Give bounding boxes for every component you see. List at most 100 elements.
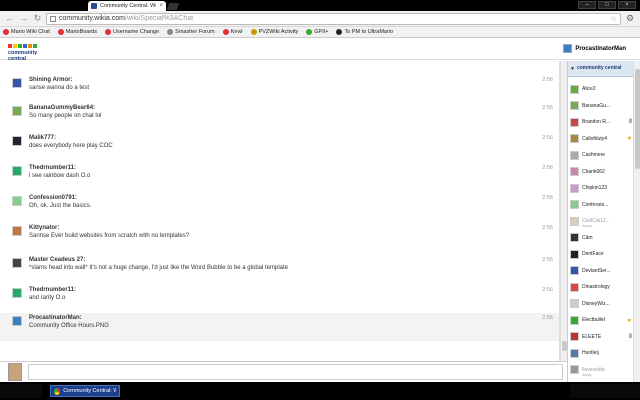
user-list-item[interactable]: DentFace	[570, 246, 632, 262]
avatar[interactable]	[12, 136, 22, 146]
user-list-item[interactable]: Alice2	[570, 81, 632, 97]
collapse-arrow-icon[interactable]: ▼	[570, 66, 575, 72]
avatar	[570, 84, 579, 94]
avatar[interactable]	[12, 106, 22, 116]
chat-page: community central ProcastinatorMan smile…	[0, 38, 640, 382]
browser-toolbar: ← → ↻ community.wikia.com/wiki/Special%3…	[0, 11, 640, 27]
scroll-thumb[interactable]	[635, 69, 640, 169]
message-author[interactable]: Confession0791:	[29, 195, 77, 201]
user-list-item[interactable]: ELEETE ǁ	[570, 329, 632, 345]
chat-scrollbar[interactable]	[560, 61, 567, 361]
message-timestamp: 2:56	[542, 77, 553, 83]
user-list-name: ELEETE	[582, 333, 602, 340]
user-list-item[interactable]: Callofduty4 ★	[570, 131, 632, 147]
user-list-name: DentFace	[582, 251, 604, 257]
bookmark-star-icon[interactable]: ☆	[610, 14, 617, 23]
bookmark-item[interactable]: PVZWiki Activity	[250, 29, 299, 35]
bookmark-item[interactable]: Smasher Forum	[167, 29, 215, 35]
browser-tab-active[interactable]: Community Central: Welcome ×	[88, 1, 166, 11]
message-input[interactable]	[28, 364, 563, 380]
message-author[interactable]: Master Ceadeus 27:	[29, 257, 85, 263]
url-text: community.wikia.com/wiki/Special%3AChat	[59, 15, 194, 22]
bookmark-favicon-icon	[250, 29, 257, 35]
chat-moderator-star-icon: ★	[626, 136, 632, 142]
message-author[interactable]: Malik777:	[29, 135, 56, 141]
message-body: Oh, ok. Just the basics.	[29, 203, 91, 209]
user-list-item[interactable]: Chipkin123	[570, 180, 632, 196]
taskbar-item-browser[interactable]: Community Central: W...	[50, 385, 120, 397]
message-author[interactable]: ProcastinatorMan:	[29, 315, 82, 321]
avatar	[570, 200, 579, 209]
message-timestamp: 2:56	[542, 135, 553, 141]
user-list-name: Huntleij	[582, 350, 599, 356]
tab-close-icon[interactable]: ×	[159, 3, 163, 9]
current-user[interactable]: ProcastinatorMan	[563, 44, 626, 53]
message-body: *slams head into wall* It's not a huge c…	[29, 265, 288, 271]
avatar[interactable]	[12, 258, 22, 268]
sidebar-wiki-header[interactable]: ▼ community central	[568, 61, 633, 77]
message-timestamp: 2:56	[542, 315, 553, 321]
bookmark-item[interactable]: Kewl	[222, 29, 243, 35]
forward-arrow-icon[interactable]: →	[18, 13, 29, 24]
user-list-item[interactable]: Cām	[570, 230, 632, 246]
user-list-item[interactable]: BananaGu...	[570, 98, 632, 114]
message-author[interactable]: Shining Armor:	[29, 77, 72, 83]
avatar	[570, 150, 579, 160]
user-list-item[interactable]: Chank062	[570, 164, 632, 180]
wiki-wordmark[interactable]: community central	[8, 44, 54, 62]
avatar[interactable]	[12, 78, 22, 88]
avatar[interactable]	[12, 288, 22, 298]
user-list-name: BananaGu...	[582, 102, 611, 109]
close-window-button[interactable]: ×	[618, 1, 636, 9]
message-text: Community Office Hours.PNG	[29, 323, 109, 329]
away-status: Away	[582, 371, 592, 377]
bookmark-favicon-icon	[306, 29, 313, 35]
bookmark-item[interactable]: GPII+	[306, 29, 328, 35]
new-tab-button[interactable]	[166, 3, 180, 10]
address-bar[interactable]: community.wikia.com/wiki/Special%3AChat …	[46, 12, 621, 25]
chat-message: BananaGummyBear64: So many people on chat…	[10, 103, 555, 131]
bookmark-label: PVZWiki Activity	[258, 29, 299, 35]
avatar[interactable]	[12, 226, 22, 236]
window-controls: – □ ×	[578, 1, 636, 9]
chat-log[interactable]: smile??? Shining Armor: sanse wanna do a t…	[0, 61, 560, 361]
avatar[interactable]	[12, 166, 22, 176]
user-list-name: Confessio...	[582, 201, 609, 208]
user-list-item[interactable]: Dinastrology	[570, 279, 632, 295]
bookmark-item[interactable]: MarioBoards	[57, 29, 97, 35]
avatar[interactable]	[12, 196, 22, 206]
bookmark-item[interactable]: Username Change	[105, 29, 159, 35]
chat-message: Thedrnumber11: i see rainbow dash O.o 2:56	[10, 163, 555, 191]
page-icon	[50, 15, 56, 22]
wrench-menu-icon[interactable]: ⚙	[624, 13, 636, 24]
user-list-item[interactable]: CoolCat12... Away	[570, 213, 632, 229]
bookmark-label: Smasher Forum	[175, 29, 215, 35]
bookmark-item[interactable]: Mario Wiki Chat	[3, 29, 50, 35]
user-list-item[interactable]: DisneyWiz...	[570, 296, 632, 312]
user-list-item[interactable]: Ilovezelda Away	[570, 362, 632, 378]
message-body: Community Office Hours.PNG	[29, 323, 109, 329]
message-author[interactable]: BananaGummyBear64:	[29, 105, 95, 111]
start-button[interactable]	[0, 384, 42, 398]
message-timestamp: 2:56	[542, 257, 553, 263]
avatar[interactable]	[12, 316, 22, 326]
user-list-item[interactable]: DeviantSer...	[570, 263, 632, 279]
user-list-item[interactable]: Brandon R... ǁ	[570, 114, 632, 130]
bookmark-item[interactable]: To PM to UltraMario	[336, 29, 393, 35]
user-list-item[interactable]: Huntleij	[570, 345, 632, 361]
message-author[interactable]: Kittynator:	[29, 225, 59, 231]
user-list-item[interactable]: Confessio...	[570, 197, 632, 213]
message-author[interactable]: Thedrnumber11:	[29, 287, 76, 293]
user-list-item[interactable]: Cashmere	[570, 147, 632, 163]
user-list-name: Electbullet	[582, 317, 606, 323]
maximize-button[interactable]: □	[598, 1, 616, 9]
message-body: Sannse Ever build websites from scratch …	[29, 233, 189, 239]
user-list-item[interactable]: Electbullet ★	[570, 312, 632, 328]
user-list-scrollbar[interactable]	[633, 61, 640, 382]
back-arrow-icon[interactable]: ←	[4, 13, 15, 24]
avatar	[570, 101, 579, 110]
avatar	[8, 363, 22, 381]
reload-icon[interactable]: ↻	[32, 13, 43, 24]
minimize-button[interactable]: –	[578, 1, 596, 9]
message-author[interactable]: Thedrnumber11:	[29, 165, 76, 171]
